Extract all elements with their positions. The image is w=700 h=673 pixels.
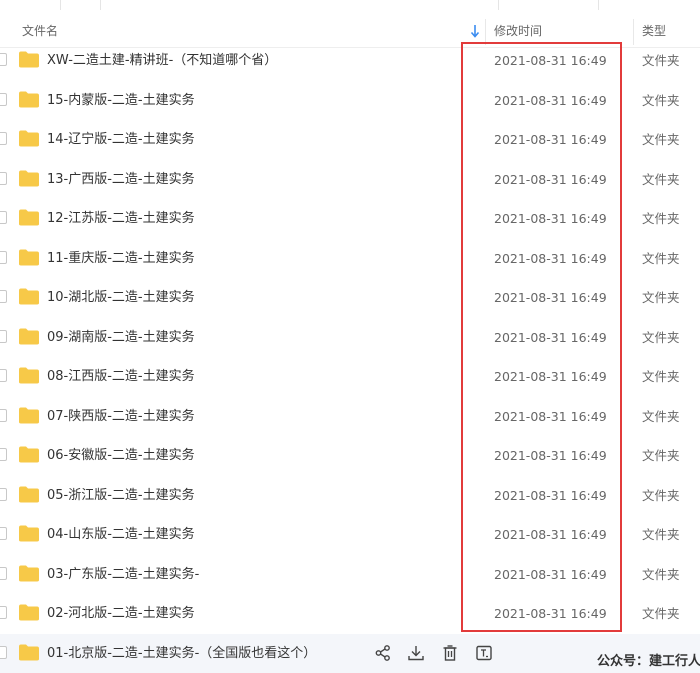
folder-icon [19,288,39,305]
folder-icon [19,525,39,542]
row-checkbox[interactable] [0,646,7,659]
row-checkbox[interactable] [0,448,7,461]
folder-icon [19,170,39,187]
file-name[interactable]: 06-安徽版-二造-土建实务 [47,436,195,475]
folder-icon [19,446,39,463]
file-name[interactable]: 02-河北版-二造-土建实务 [47,594,195,633]
file-name[interactable]: 01-北京版-二造-土建实务-（全国版也看这个） [47,634,316,673]
file-type: 文件夹 [642,278,680,317]
row-checkbox[interactable] [0,132,7,145]
folder-icon [19,328,39,345]
row-checkbox[interactable] [0,409,7,422]
file-name[interactable]: 04-山东版-二造-土建实务 [47,515,195,554]
file-type: 文件夹 [642,515,680,554]
rename-icon[interactable] [475,644,493,662]
folder-icon [19,209,39,226]
row-checkbox[interactable] [0,606,7,619]
file-name[interactable]: 08-江西版-二造-土建实务 [47,357,195,396]
row-checkbox[interactable] [0,172,7,185]
folder-icon [19,130,39,147]
row-checkbox[interactable] [0,527,7,540]
file-name[interactable]: 12-江苏版-二造-土建实务 [47,199,195,238]
file-name[interactable]: 10-湖北版-二造-土建实务 [47,278,195,317]
sort-desc-icon[interactable] [470,24,480,38]
folder-icon [19,51,39,68]
file-name[interactable]: 11-重庆版-二造-土建实务 [47,239,195,278]
file-type: 文件夹 [642,318,680,357]
file-type: 文件夹 [642,120,680,159]
file-name[interactable]: 13-广西版-二造-土建实务 [47,160,195,199]
download-icon[interactable] [407,644,425,662]
folder-icon [19,91,39,108]
row-checkbox[interactable] [0,251,7,264]
file-row-hovered[interactable]: 01-北京版-二造-土建实务-（全国版也看这个） [0,634,700,673]
row-checkbox[interactable] [0,488,7,501]
file-type: 文件夹 [642,199,680,238]
folder-icon [19,644,39,661]
file-name[interactable]: 09-湖南版-二造-土建实务 [47,318,195,357]
folder-icon [19,565,39,582]
folder-icon [19,486,39,503]
row-checkbox[interactable] [0,93,7,106]
file-type: 文件夹 [642,41,680,80]
row-checkbox[interactable] [0,369,7,382]
row-checkbox[interactable] [0,211,7,224]
file-type: 文件夹 [642,239,680,278]
file-type: 文件夹 [642,555,680,594]
delete-icon[interactable] [441,644,459,662]
file-name[interactable]: 05-浙江版-二造-土建实务 [47,476,195,515]
watermark: 公众号：建工行人 [597,650,700,669]
share-icon[interactable] [374,644,392,662]
file-type: 文件夹 [642,160,680,199]
file-type: 文件夹 [642,436,680,475]
top-toolbar-fragment [0,0,700,10]
file-type: 文件夹 [642,476,680,515]
toolbar-divider [598,0,599,10]
toolbar-divider [60,0,61,10]
toolbar-divider [100,0,101,10]
folder-icon [19,407,39,424]
row-checkbox[interactable] [0,567,7,580]
row-checkbox[interactable] [0,330,7,343]
folder-icon [19,249,39,266]
folder-icon [19,604,39,621]
file-name[interactable]: 03-广东版-二造-土建实务- [47,555,199,594]
file-type: 文件夹 [642,81,680,120]
file-name[interactable]: 07-陕西版-二造-土建实务 [47,397,195,436]
toolbar-divider [498,0,499,10]
file-name[interactable]: XW-二造土建-精讲班-（不知道哪个省） [47,41,277,80]
file-type: 文件夹 [642,594,680,633]
file-name[interactable]: 15-内蒙版-二造-土建实务 [47,81,195,120]
row-action-toolbar [374,644,494,664]
file-type: 文件夹 [642,357,680,396]
row-checkbox[interactable] [0,290,7,303]
file-type: 文件夹 [642,397,680,436]
file-name[interactable]: 14-辽宁版-二造-土建实务 [47,120,195,159]
folder-icon [19,367,39,384]
row-checkbox[interactable] [0,53,7,66]
highlight-box-modified-date [461,42,622,632]
